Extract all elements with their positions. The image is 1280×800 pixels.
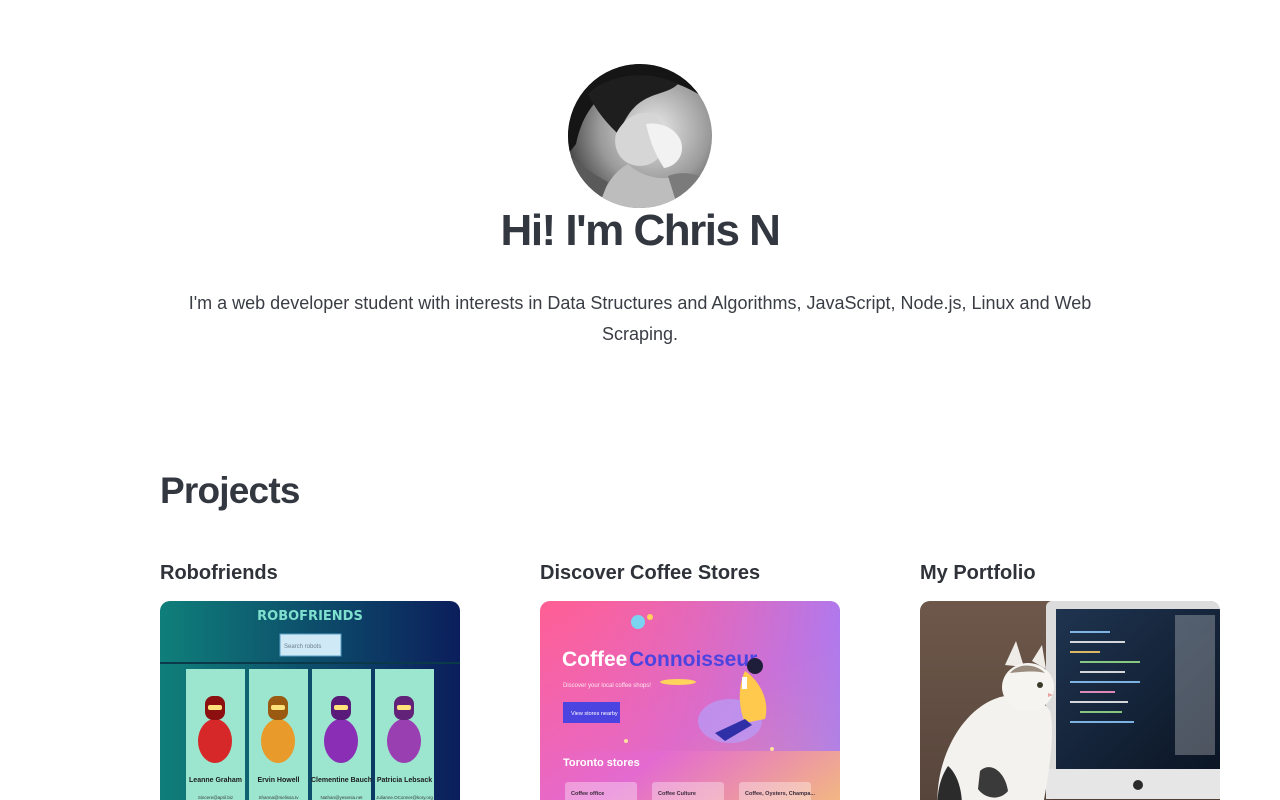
coffee-store-card: Coffee office <box>565 782 637 800</box>
coffee-button-label: View stores nearby <box>571 711 618 717</box>
project-title-link[interactable]: Discover Coffee Stores <box>540 560 840 590</box>
robot-email: Julianne.OConner@kory.org <box>376 795 433 800</box>
robot-name: Ervin Howell <box>257 777 299 784</box>
project-title-link[interactable]: My Portfolio <box>920 560 1220 590</box>
robot-card: Leanne Graham Sincere@april.biz <box>186 669 245 800</box>
page-title: Hi! I'm Chris N <box>500 206 781 255</box>
project-screenshot-coffee[interactable]: Coffee Connoisseur Discover your local c… <box>540 601 840 800</box>
project-card-portfolio: My Portfolio <box>920 560 1220 800</box>
coffee-section-title: Toronto stores <box>563 757 640 769</box>
coffee-brand-part2: Connoisseur <box>629 648 757 671</box>
robot-card: Patricia Lebsack Julianne.OConner@kory.or… <box>375 669 434 800</box>
project-card-coffee: Discover Coffee Stores Coffee Connoisseu… <box>540 560 840 800</box>
coffee-store-card: Coffee Culture <box>652 782 724 800</box>
project-title-link[interactable]: Robofriends <box>160 560 460 590</box>
robofriends-search-placeholder: Search robots <box>284 644 321 650</box>
robot-name: Leanne Graham <box>189 777 242 784</box>
robofriends-app-title: ROBOFRIENDS <box>257 609 363 624</box>
project-screenshot-portfolio[interactable] <box>920 601 1220 800</box>
project-screenshot-robofriends[interactable]: ROBOFRIENDS Search robots Leanne Graham S… <box>160 601 460 800</box>
robot-email: Shanna@melissa.tv <box>258 795 299 800</box>
coffee-tagline: Discover your local coffee shops! <box>563 683 651 689</box>
robot-name: Clementine Bauch <box>311 777 372 784</box>
robot-email: Sincere@april.biz <box>198 795 234 800</box>
coffee-store-name: Coffee, Oysters, Champa... <box>745 791 815 797</box>
bio-text: I'm a web developer student with interes… <box>188 293 1092 344</box>
robot-card: Clementine Bauch Nathan@yesenia.net <box>311 669 372 800</box>
robot-card: Ervin Howell Shanna@melissa.tv <box>249 669 308 800</box>
project-card-robofriends: Robofriends ROBOFRIENDS Search robots Le… <box>160 560 460 800</box>
coffee-store-name: Coffee office <box>571 791 604 797</box>
robot-email: Nathan@yesenia.net <box>320 795 363 800</box>
robot-name: Patricia Lebsack <box>377 777 432 784</box>
coffee-store-name: Coffee Culture <box>658 791 696 797</box>
avatar <box>568 64 712 208</box>
projects-heading: Projects <box>160 470 300 511</box>
coffee-store-card: Coffee, Oysters, Champa... <box>739 782 815 800</box>
coffee-brand-part1: Coffee <box>562 648 627 671</box>
